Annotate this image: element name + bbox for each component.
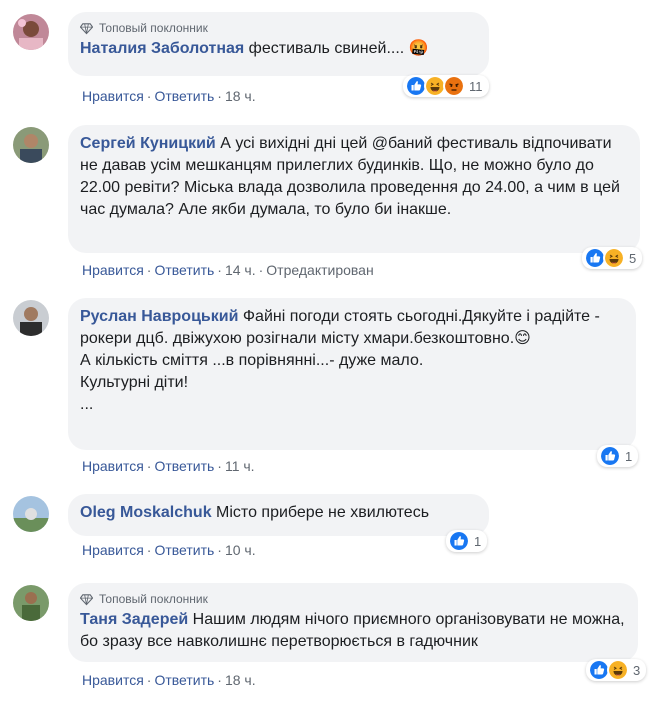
comment-actions: Нравится · Ответить · 14 ч. · Отредактирован [82, 262, 374, 278]
haha-icon [603, 247, 625, 269]
top-fan-badge: Топовый поклонник [80, 591, 626, 607]
comment-text: Місто прибере не хвилютесь [216, 504, 430, 521]
comment-actions: Нравится · Ответить · 18 ч. [82, 88, 256, 104]
timestamp[interactable]: 14 ч. [225, 262, 256, 278]
like-button[interactable]: Нравится [82, 262, 144, 278]
reactions[interactable]: 5 [582, 247, 643, 269]
comment-actions: Нравится · Ответить · 18 ч. [82, 672, 256, 688]
reactions[interactable]: 1 [446, 530, 488, 552]
edited-label[interactable]: Отредактирован [266, 262, 373, 278]
timestamp[interactable]: 10 ч. [225, 542, 256, 558]
comment-text-line: Культурні діти! [80, 374, 189, 391]
avatar[interactable] [13, 14, 49, 50]
comment-bubble: Сергей Куницкий А усі вихідні дні цей @б… [68, 125, 640, 253]
reactions[interactable]: 11 [403, 75, 489, 97]
reactions[interactable]: 1 [597, 445, 639, 467]
avatar[interactable] [13, 496, 49, 532]
comment-author[interactable]: Руслан Навроцький [80, 308, 238, 325]
like-button[interactable]: Нравится [82, 458, 144, 474]
badge-label: Топовый поклонник [99, 21, 208, 35]
comment-actions: Нравится · Ответить · 10 ч. [82, 542, 256, 558]
avatar[interactable] [13, 300, 49, 336]
comment-bubble: Топовый поклонник Наталия Заболотная фес… [68, 12, 489, 76]
avatar[interactable] [13, 585, 49, 621]
reply-button[interactable]: Ответить [154, 88, 214, 104]
reaction-count: 5 [629, 250, 637, 266]
like-icon [448, 530, 470, 552]
comment-author[interactable]: Наталия Заболотная [80, 40, 244, 57]
timestamp[interactable]: 18 ч. [225, 88, 256, 104]
comment-author[interactable]: Сергей Куницкий [80, 135, 216, 152]
like-button[interactable]: Нравится [82, 88, 144, 104]
reaction-count: 3 [633, 662, 641, 678]
reply-button[interactable]: Ответить [154, 542, 214, 558]
avatar[interactable] [13, 127, 49, 163]
reply-button[interactable]: Ответить [154, 672, 214, 688]
reply-button[interactable]: Ответить [154, 458, 214, 474]
reactions[interactable]: 3 [586, 659, 647, 681]
badge-label: Топовый поклонник [99, 592, 208, 606]
comment-author[interactable]: Таня Задерей [80, 611, 188, 628]
angry-icon [443, 75, 465, 97]
diamond-icon [80, 593, 93, 606]
reaction-count: 1 [625, 448, 633, 464]
timestamp[interactable]: 11 ч. [225, 458, 255, 474]
diamond-icon [80, 22, 93, 35]
comment-bubble: Oleg Moskalchuk Місто прибере не хвилюте… [68, 494, 489, 536]
reply-button[interactable]: Ответить [154, 262, 214, 278]
timestamp[interactable]: 18 ч. [225, 672, 256, 688]
like-button[interactable]: Нравится [82, 542, 144, 558]
reaction-count: 11 [469, 78, 483, 94]
comment-bubble: Топовый поклонник Таня Задерей Нашим люд… [68, 583, 638, 662]
comment-bubble: Руслан Навроцький Файні погоди стоять сь… [68, 298, 636, 450]
top-fan-badge: Топовый поклонник [80, 20, 477, 36]
reaction-count: 1 [474, 533, 482, 549]
comment-text-line: А кількість сміття ...в порівнянні...- д… [80, 352, 424, 369]
comment-text-line: ... [80, 396, 94, 413]
haha-icon [607, 659, 629, 681]
like-button[interactable]: Нравится [82, 672, 144, 688]
comment-author[interactable]: Oleg Moskalchuk [80, 504, 212, 521]
like-icon [599, 445, 621, 467]
comment-actions: Нравится · Ответить · 11 ч. [82, 458, 255, 474]
comment-text: фестиваль свиней.... 🤬 [248, 40, 429, 57]
